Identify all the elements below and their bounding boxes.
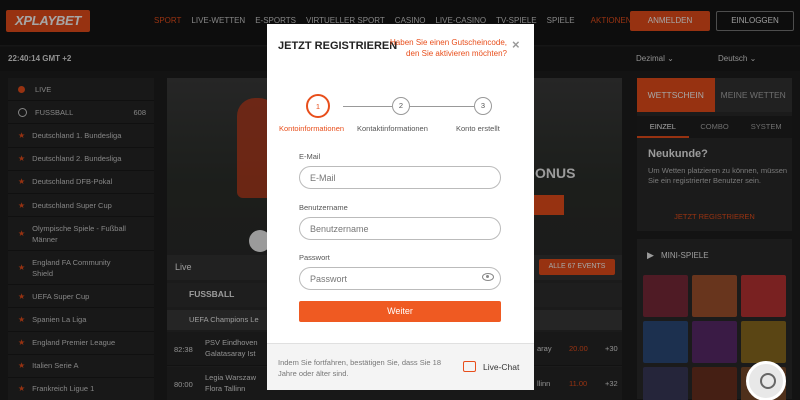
live-chat-link[interactable]: Live-Chat [483,362,519,372]
eye-icon[interactable] [482,273,494,281]
next-button[interactable]: Weiter [299,301,501,322]
modal-footer: Indem Sie fortfahren, bestätigen Sie, da… [267,343,534,390]
password-label: Passwort [299,253,330,262]
username-label: Benutzername [299,203,348,212]
chat-icon[interactable] [463,361,476,372]
modal-title: JETZT REGISTRIEREN [278,40,398,52]
step-3-label: Konto erstellt [456,124,500,133]
close-icon[interactable]: × [512,37,520,52]
username-field[interactable]: Benutzername [299,217,501,240]
floating-chat-button[interactable] [746,361,786,400]
password-field[interactable]: Passwort [299,267,501,290]
step-2: 2 [392,97,410,115]
step-1: 1 [306,94,330,118]
age-notice: Indem Sie fortfahren, bestätigen Sie, da… [278,358,442,378]
registration-steps: 1 2 3 Kontoinformationen Kontaktinformat… [267,94,534,134]
email-field[interactable]: E-Mail [299,166,501,189]
step-connector [343,106,392,107]
step-3: 3 [474,97,492,115]
email-label: E-Mail [299,152,321,161]
step-connector [409,106,474,107]
step-1-label: Kontoinformationen [279,124,345,133]
step-2-label: Kontaktinformationen [357,124,428,133]
registration-modal: JETZT REGISTRIEREN Haben Sie einen Gutsc… [267,24,534,390]
voucher-link[interactable]: Haben Sie einen Gutscheincode, den Sie a… [387,37,507,59]
